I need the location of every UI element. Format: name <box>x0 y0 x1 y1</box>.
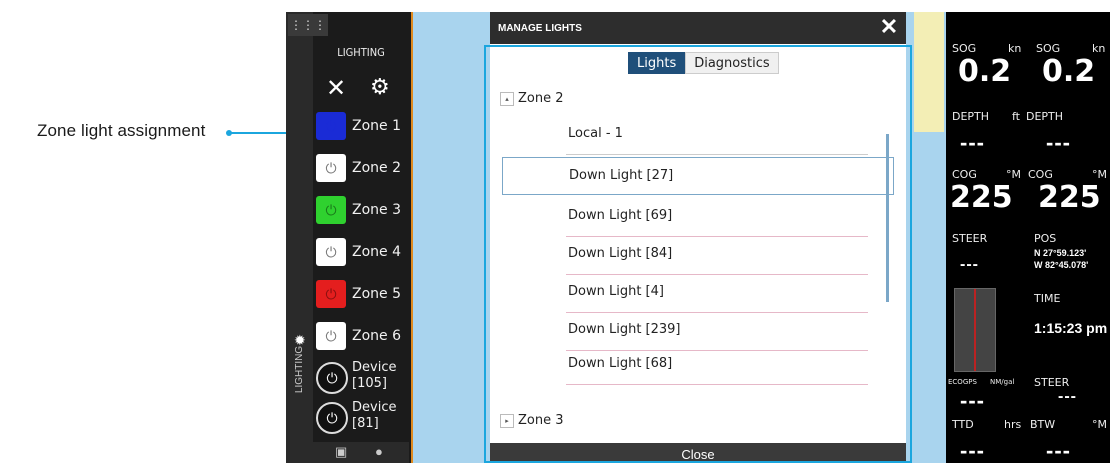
zone-label: Zone 5 <box>352 286 401 302</box>
close-icon[interactable]: ✕ <box>326 74 346 103</box>
device-toggle-105[interactable]: ⏻ Device [105] <box>316 358 408 394</box>
lighting-panel: ⋮⋮⋮ LIGHTING ✕ ⚙ ⏻ Zone 1 ⏻ Zone 2 ⏻ Zon… <box>286 12 413 463</box>
zone-switch-5[interactable]: ⏻ <box>316 280 346 308</box>
dialog-title: MANAGE LIGHTS <box>498 23 582 34</box>
power-icon[interactable]: ⏻ <box>316 402 348 434</box>
zone-toggle-5[interactable]: ⏻ Zone 5 <box>316 276 408 312</box>
pos-label: POS <box>1034 232 1057 245</box>
gear-icon[interactable]: ⚙ <box>370 74 390 100</box>
power-icon[interactable]: ⏻ <box>316 362 348 394</box>
btw-label: BTW <box>1030 418 1056 431</box>
pos-longitude: W 82°45.078' <box>1034 260 1089 270</box>
bulb-icon[interactable]: ● <box>375 444 383 459</box>
depth-label: DEPTH <box>1026 110 1064 123</box>
zone-label: Zone 1 <box>352 118 401 134</box>
time-label: TIME <box>1034 292 1061 305</box>
zone-switch-3[interactable]: ⏻ <box>316 196 346 224</box>
ttd-label: TTD <box>952 418 974 431</box>
device-toggle-81[interactable]: ⏻ Device [81] <box>316 398 408 434</box>
zone-switch-6[interactable]: ⏻ <box>316 322 346 350</box>
steer-label: STEER <box>952 232 988 245</box>
steer-value: --- <box>960 256 979 273</box>
zone-label: Zone 3 <box>352 202 401 218</box>
depth-value: --- <box>1046 130 1071 155</box>
lighting-panel-title: LIGHTING <box>337 46 385 59</box>
apps-grid-icon[interactable]: ⋮⋮⋮ <box>288 14 328 36</box>
zone-toggle-2[interactable]: ⏻ Zone 2 <box>316 150 408 186</box>
eco-label: ECOGPS <box>948 378 977 386</box>
callout-label: Zone light assignment <box>37 121 206 140</box>
zone-toggle-3[interactable]: ⏻ Zone 3 <box>316 192 408 228</box>
panel-bottom-bar: ▣ ● <box>313 442 409 463</box>
sog-value: 0.2 <box>958 54 1012 89</box>
device-screen: ⋮⋮⋮ LIGHTING ✕ ⚙ ⏻ Zone 1 ⏻ Zone 2 ⏻ Zon… <box>286 12 1110 463</box>
chart-map-left <box>413 12 493 463</box>
steer-value: --- <box>1058 388 1077 405</box>
instrument-panel: SOG kn SOG kn 0.2 0.2 DEPTH ft DEPTH ---… <box>946 12 1110 463</box>
cog-value: 225 <box>1038 180 1101 215</box>
depth-unit: ft <box>1012 110 1020 123</box>
chart-land <box>914 12 944 132</box>
lighting-vertical-label: LIGHTING <box>294 345 306 394</box>
cog-value: 225 <box>950 180 1013 215</box>
zone-switch-4[interactable]: ⏻ <box>316 238 346 266</box>
ttd-unit: hrs <box>1004 418 1022 431</box>
eco-value: --- <box>960 388 985 413</box>
zone-switch-2[interactable]: ⏻ <box>316 154 346 182</box>
panel-edge <box>286 12 313 463</box>
time-value: 1:15:23 pm <box>1034 320 1108 336</box>
zone-label: Zone 6 <box>352 328 401 344</box>
zone-toggle-6[interactable]: ⏻ Zone 6 <box>316 318 408 354</box>
zone-label: Zone 2 <box>352 160 401 176</box>
btw-unit: °M <box>1092 418 1107 431</box>
eco-gauge <box>954 288 996 372</box>
depth-label: DEPTH <box>952 110 990 123</box>
device-label: Device [81] <box>352 400 397 431</box>
dialog-header: MANAGE LIGHTS ✕ <box>490 12 906 44</box>
zone-switch-1[interactable]: ⏻ <box>316 112 346 140</box>
device-label: Device [105] <box>352 360 397 391</box>
dialog-close-icon[interactable]: ✕ <box>872 12 906 42</box>
scene-icon[interactable]: ▣ <box>335 444 347 460</box>
zone-toggle-1[interactable]: ⏻ Zone 1 <box>316 108 408 144</box>
gauge-needle <box>974 289 976 371</box>
pos-latitude: N 27°59.123' <box>1034 248 1087 258</box>
eco-unit: NM/gal <box>990 378 1015 386</box>
ttd-value: --- <box>960 438 985 463</box>
zone-label: Zone 4 <box>352 244 401 260</box>
zone-toggle-4[interactable]: ⏻ Zone 4 <box>316 234 408 270</box>
sog-value: 0.2 <box>1042 54 1096 89</box>
btw-value: --- <box>1046 438 1071 463</box>
depth-value: --- <box>960 130 985 155</box>
callout-highlight-box <box>484 45 912 463</box>
